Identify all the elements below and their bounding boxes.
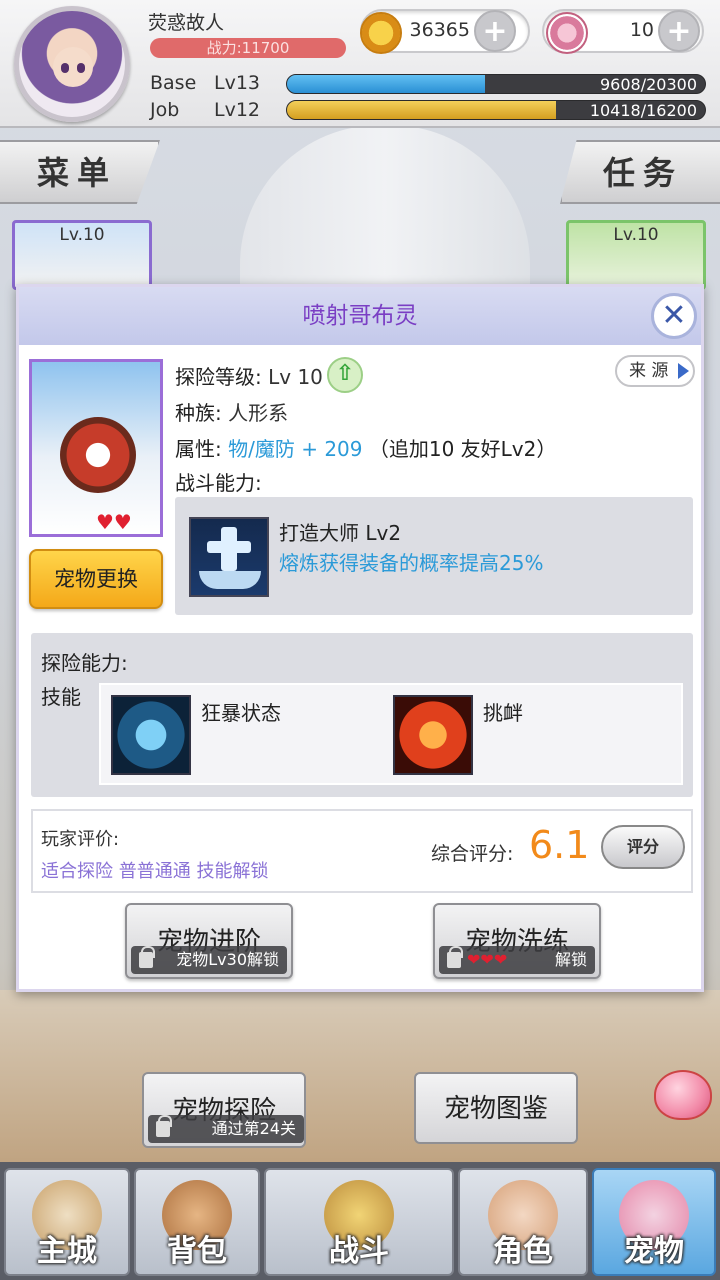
refine-lock-bar: ❤❤❤ 解锁 — [439, 946, 595, 974]
play-arrow-icon — [678, 363, 689, 379]
skill-provoke: 挑衅 — [483, 701, 523, 725]
race-value: 人形系 — [228, 401, 289, 425]
base-exp-text: 9608/20300 — [599, 75, 697, 94]
close-button[interactable]: ✕ — [651, 293, 697, 339]
explore-ability-panel: 探险能力: 技能 狂暴状态 挑衅 — [31, 633, 693, 797]
pet-refine-button[interactable]: 宠物洗练 ❤❤❤ 解锁 — [433, 903, 601, 979]
nav-bag-label: 背包 — [167, 1234, 227, 1269]
overall-score: 6.1 — [529, 823, 590, 867]
menu-button[interactable]: 菜单 — [0, 140, 160, 204]
rating-tags: 适合探险 普普通通 技能解锁 — [41, 861, 269, 882]
level-value: Lv 10 — [268, 365, 323, 389]
battle-ability-label: 战斗能力: — [175, 471, 262, 495]
job-exp-text: 10418/16200 — [589, 101, 697, 120]
add-gem-button[interactable]: + — [658, 10, 700, 52]
explore-lock-text: 通过第24关 — [211, 1119, 296, 1138]
left-pet-card[interactable]: Lv.10 — [12, 220, 152, 290]
nav-city[interactable]: 主城 — [4, 1168, 130, 1276]
gold-amount: 36365 — [409, 19, 470, 41]
rating-panel: 玩家评价: 适合探险 普普通通 技能解锁 综合评分: 6.1 — [31, 809, 693, 893]
overall-score-label: 综合评分: — [431, 843, 514, 865]
race-label: 种族: — [175, 401, 222, 425]
nav-bag[interactable]: 背包 — [134, 1168, 260, 1276]
nav-city-label: 主城 — [37, 1234, 97, 1269]
bottom-nav: 主城 背包 战斗 角色 宠物 — [0, 1162, 720, 1280]
attribute-bonus: （追加10 友好Lv2） — [368, 437, 557, 461]
refine-lock-text: 解锁 — [554, 950, 587, 969]
nav-role[interactable]: 角色 — [458, 1168, 588, 1276]
level-up-arrow-icon[interactable]: ⇧ — [327, 357, 363, 393]
attribute-label: 属性: — [175, 437, 222, 461]
job-level: Lv12 — [214, 99, 261, 121]
job-label: Job — [150, 99, 180, 121]
berserk-bell-icon[interactable] — [111, 695, 191, 775]
lock-icon — [447, 946, 463, 968]
forge-master-icon[interactable] — [189, 517, 269, 597]
right-pet-card-level: Lv.10 — [613, 225, 659, 245]
pet-portrait[interactable]: ♥♥ — [29, 359, 163, 537]
poring-icon[interactable] — [654, 1070, 712, 1120]
explore-ability-label: 探险能力: — [41, 651, 128, 675]
player-avatar[interactable] — [14, 6, 130, 122]
provoke-devil-icon[interactable] — [393, 695, 473, 775]
battle-skill-desc: 熔炼获得装备的概率提高25% — [279, 551, 544, 575]
battle-skill-name: 打造大师 Lv2 — [279, 521, 402, 545]
advance-lock-text: 宠物Lv30解锁 — [176, 950, 279, 969]
nav-pet-label: 宠物 — [624, 1234, 684, 1269]
gold-coin-icon — [360, 12, 402, 54]
nav-role-label: 角色 — [493, 1234, 553, 1269]
nav-battle-label: 战斗 — [329, 1234, 389, 1269]
skills-label: 技能 — [41, 685, 81, 709]
skills-list: 狂暴状态 挑衅 — [99, 683, 683, 785]
advance-lock-bar: 宠物Lv30解锁 — [131, 946, 287, 974]
dialog-title: 喷射哥布灵 — [19, 287, 701, 345]
nav-battle[interactable]: 战斗 — [264, 1168, 454, 1276]
level-row: 探险等级: Lv 10 — [175, 361, 323, 390]
rate-button[interactable]: 评分 — [601, 825, 685, 869]
level-label: 探险等级: — [175, 365, 262, 389]
rating-label: 玩家评价: — [41, 829, 120, 850]
background-ground — [0, 990, 720, 1170]
gem-icon — [546, 12, 588, 54]
race-row: 种族: 人形系 — [175, 397, 288, 426]
lock-icon — [139, 946, 155, 968]
base-level: Lv13 — [214, 72, 261, 94]
job-exp-bar: 10418/16200 — [286, 100, 706, 120]
explore-lock-bar: 通过第24关 — [148, 1115, 304, 1143]
nav-pet[interactable]: 宠物 — [592, 1168, 716, 1276]
base-exp-bar: 9608/20300 — [286, 74, 706, 94]
add-gold-button[interactable]: + — [474, 10, 516, 52]
pet-detail-dialog: 喷射哥布灵 ✕ ♥♥ 宠物更换 探险等级: Lv 10 ⇧ 来 源 种族: 人形… — [16, 284, 704, 992]
pet-advance-button[interactable]: 宠物进阶 宠物Lv30解锁 — [125, 903, 293, 979]
attribute-row: 属性: 物/魔防 + 209 （追加10 友好Lv2） — [175, 433, 556, 462]
quest-button[interactable]: 任务 — [560, 140, 720, 204]
battle-skill-panel: 打造大师 Lv2 熔炼获得装备的概率提高25% — [175, 497, 693, 615]
right-pet-card[interactable]: Lv.10 — [566, 220, 706, 290]
pet-handbook-button[interactable]: 宠物图鉴 — [414, 1072, 578, 1144]
change-pet-button[interactable]: 宠物更换 — [29, 549, 163, 609]
gem-amount: 10 — [629, 19, 654, 41]
base-label: Base — [150, 72, 197, 94]
source-button[interactable]: 来 源 — [615, 355, 695, 387]
lock-icon — [156, 1115, 172, 1137]
combat-power: 战力:11700 — [150, 38, 346, 58]
attribute-value: 物/魔防 + 209 — [228, 437, 363, 461]
pet-hearts: ♥♥ — [96, 510, 132, 534]
player-name: 荧惑故人 — [148, 12, 225, 34]
pet-explore-button[interactable]: 宠物探险 通过第24关 — [142, 1072, 306, 1148]
left-pet-card-level: Lv.10 — [59, 225, 105, 245]
source-label: 来 源 — [629, 361, 669, 381]
refine-hearts: ❤❤❤ — [467, 950, 508, 969]
skill-berserk: 狂暴状态 — [201, 701, 281, 725]
